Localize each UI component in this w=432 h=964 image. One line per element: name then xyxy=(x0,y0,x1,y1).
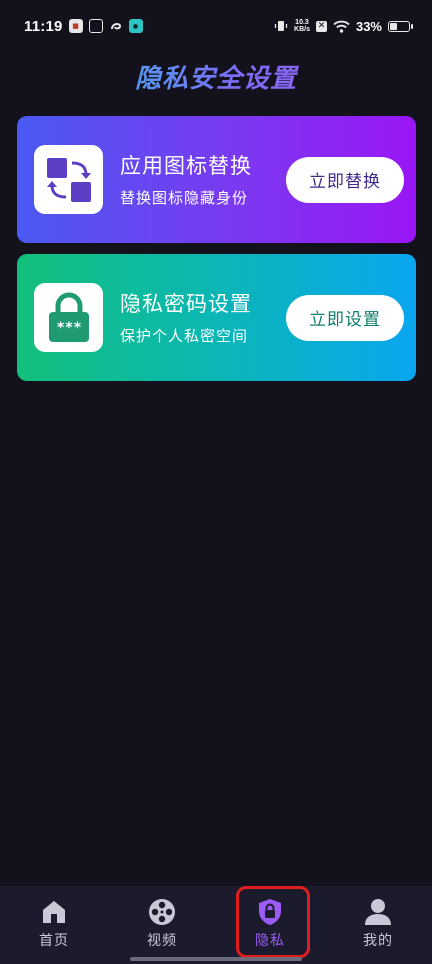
home-icon xyxy=(40,898,68,926)
page-title: 隐私安全设置 xyxy=(0,58,432,95)
wifi-icon xyxy=(333,20,350,33)
swirl-app-notification-icon xyxy=(109,19,123,33)
network-speed-unit: KB/s xyxy=(294,26,310,33)
tab-home[interactable]: 首页 xyxy=(0,886,108,964)
icon-change-card-text: 应用图标替换 替换图标隐藏身份 xyxy=(120,152,286,208)
tab-mine[interactable]: 我的 xyxy=(324,886,432,964)
shield-lock-icon xyxy=(256,898,284,926)
network-speed-value: 10.3 xyxy=(295,19,309,26)
tab-privacy-label: 隐私 xyxy=(255,933,285,949)
battery-icon xyxy=(388,20,413,32)
no-sim-icon: ✕ xyxy=(315,20,327,32)
password-title: 隐私密码设置 xyxy=(120,291,252,316)
app-notification-icon: ● xyxy=(128,19,143,33)
home-indicator[interactable] xyxy=(130,957,302,961)
tab-home-label: 首页 xyxy=(39,933,69,949)
status-time: 11:19 xyxy=(24,17,63,35)
status-left: 11:19 ■ ● xyxy=(24,18,143,35)
icon-change-title: 应用图标替换 xyxy=(120,153,252,178)
tab-privacy[interactable]: 隐私 xyxy=(216,886,324,964)
icon-change-card: 应用图标替换 替换图标隐藏身份 立即替换 xyxy=(17,116,416,243)
tab-video-label: 视频 xyxy=(147,933,177,949)
icon-change-subtitle: 替换图标隐藏身份 xyxy=(120,188,249,207)
screen: 11:19 ■ ● 10.3 KB/s ✕ 33% 隐私安全设置 应用图标替换 … xyxy=(0,0,432,964)
message-notification-icon xyxy=(88,19,103,33)
network-speed: 10.3 KB/s xyxy=(294,19,310,33)
tab-mine-label: 我的 xyxy=(363,933,393,949)
password-card-text: 隐私密码设置 保护个人私密空间 xyxy=(120,290,286,346)
vibrate-icon xyxy=(274,21,288,31)
lock-icon: *** xyxy=(34,283,103,352)
battery-percent: 33% xyxy=(355,18,382,34)
password-card: *** 隐私密码设置 保护个人私密空间 立即设置 xyxy=(17,254,416,381)
news-app-notification-icon: ■ xyxy=(68,19,83,33)
user-icon xyxy=(364,898,392,926)
film-reel-icon xyxy=(148,898,176,926)
replace-now-button[interactable]: 立即替换 xyxy=(286,156,404,203)
tab-video[interactable]: 视频 xyxy=(108,886,216,964)
password-subtitle: 保护个人私密空间 xyxy=(120,326,249,345)
lock-asterisks: *** xyxy=(56,320,81,336)
swap-icon xyxy=(34,145,103,214)
status-right: 10.3 KB/s ✕ 33% xyxy=(274,18,413,34)
set-now-button[interactable]: 立即设置 xyxy=(286,294,404,341)
status-bar: 11:19 ■ ● 10.3 KB/s ✕ 33% xyxy=(0,0,432,52)
battery-level xyxy=(390,22,397,30)
bottom-nav: 首页 视频 隐私 我的 xyxy=(0,886,432,964)
